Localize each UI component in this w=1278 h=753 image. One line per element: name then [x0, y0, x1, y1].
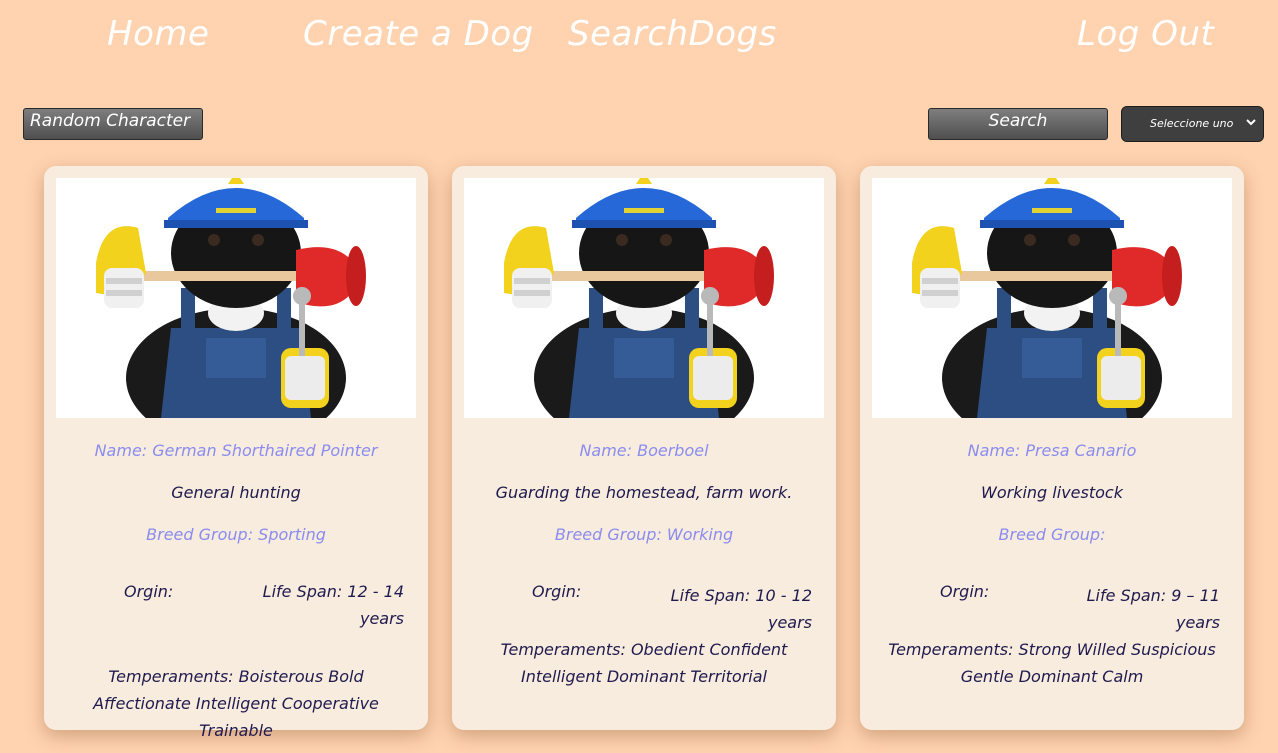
nav-create-dog-link[interactable]: Create a Dog: [303, 14, 534, 54]
dog-origin: Orgin:: [532, 582, 582, 601]
temperaments: Temperaments: Strong Willed Suspicious G…: [888, 640, 1216, 686]
breed-select[interactable]: Seleccione uno: [1121, 106, 1264, 142]
random-character-button[interactable]: Random Character: [23, 108, 203, 140]
dog-name: Name: Boerboel: [579, 441, 709, 460]
chevron-down-icon: [1246, 119, 1256, 126]
nav-home-link[interactable]: Home: [107, 14, 209, 54]
life-span: Life Span: 12 - 14 years: [262, 582, 404, 628]
nav-logout-link[interactable]: Log Out: [1077, 14, 1214, 54]
dog-card: Name: German Shorthaired Pointer General…: [44, 166, 428, 740]
temperaments: Temperaments: Obedient Confident Intelli…: [500, 640, 788, 686]
life-span: Life Span: 10 - 12 years: [670, 586, 812, 632]
dog-origin: Orgin:: [940, 582, 990, 601]
breed-group: Breed Group:: [998, 525, 1106, 544]
select-value: Seleccione uno: [1150, 117, 1234, 130]
life-span: Life Span: 9 – 11 years: [1086, 586, 1220, 632]
breed-group: Breed Group: Sporting: [146, 525, 326, 544]
dog-purpose: General hunting: [171, 483, 301, 502]
dog-name: Name: German Shorthaired Pointer: [94, 441, 378, 460]
dog-purpose: Working livestock: [981, 483, 1123, 502]
top-nav: Home Create a Dog SearchDogs Log Out: [0, 0, 1278, 80]
dog-card: Name: Boerboel Guarding the homestead, f…: [452, 166, 836, 730]
dog-origin: Orgin:: [124, 582, 174, 601]
breed-group: Breed Group: Working: [554, 525, 734, 544]
dog-name: Name: Presa Canario: [967, 441, 1137, 460]
dog-photo: [56, 178, 416, 418]
dog-photo: [464, 178, 824, 418]
dog-photo: [872, 178, 1232, 418]
search-button[interactable]: Search: [928, 108, 1108, 140]
temperaments: Temperaments: Boisterous Bold Affectiona…: [93, 667, 379, 740]
nav-search-dogs-link[interactable]: SearchDogs: [568, 14, 777, 54]
dog-purpose: Guarding the homestead, farm work.: [495, 483, 793, 502]
dog-card: Name: Presa Canario Working livestock Br…: [860, 166, 1244, 730]
